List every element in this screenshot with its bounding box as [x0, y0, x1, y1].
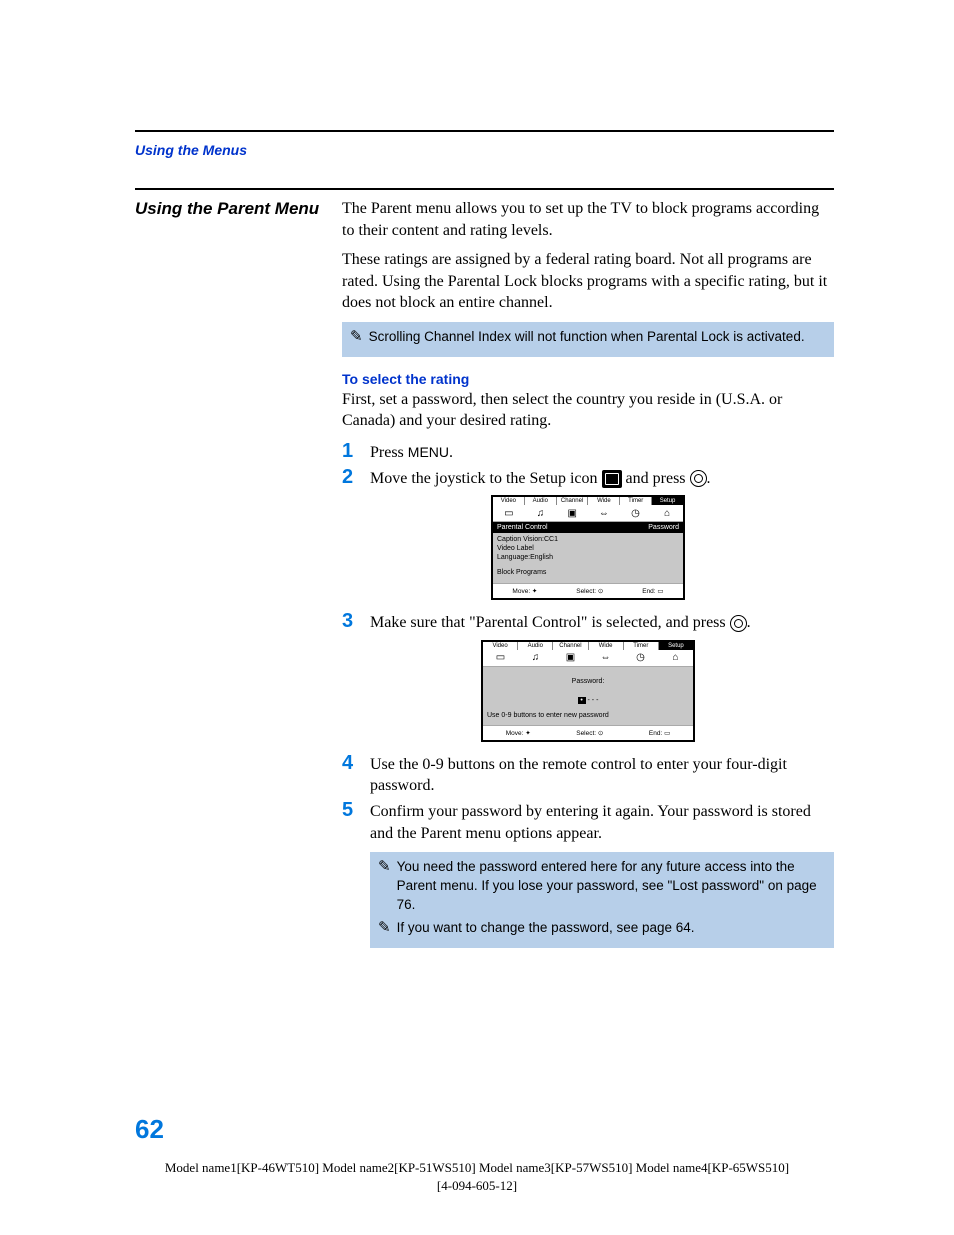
intro-paragraph-2: These ratings are assigned by a federal …	[342, 249, 834, 314]
osd-footer-item: Move: ✦	[506, 729, 531, 737]
osd-tab: Wide	[588, 497, 620, 505]
step-4-text: Use the 0-9 buttons on the remote contro…	[370, 752, 834, 797]
step-1-text-a: Press	[370, 444, 408, 461]
osd-tab: Audio	[525, 497, 557, 505]
osd-tab: Channel	[553, 642, 588, 650]
osd-tab: Video	[483, 642, 518, 650]
step-1-text-c: .	[449, 444, 453, 461]
side-heading: Using the Parent Menu	[135, 198, 342, 219]
page-number: 62	[135, 1114, 164, 1145]
osd-tab-icon: ▭	[493, 505, 525, 521]
intro-paragraph-3: First, set a password, then select the c…	[342, 389, 834, 432]
osd-password-digit: •	[578, 697, 586, 704]
step-4: 4 Use the 0-9 buttons on the remote cont…	[342, 752, 834, 797]
step-2-text-a: Move the joystick to the Setup icon	[370, 470, 602, 487]
setup-icon	[602, 470, 622, 488]
step-number: 2	[342, 466, 370, 488]
note-box-2: ✎ You need the password entered here for…	[370, 852, 834, 948]
note-icon: ✎	[378, 919, 391, 937]
joystick-press-icon	[730, 615, 747, 632]
osd-tab: Video	[493, 497, 525, 505]
step-2-text-b: and press	[626, 470, 690, 487]
note-box-1: ✎ Scrolling Channel Index will not funct…	[342, 322, 834, 357]
note-text-2b: If you want to change the password, see …	[397, 919, 695, 938]
osd-tab-icon: ◷	[623, 650, 658, 666]
step-number: 5	[342, 799, 370, 821]
osd-footer-item: End: ▭	[642, 587, 663, 595]
step-5-text: Confirm your password by entering it aga…	[370, 799, 834, 844]
subsection-heading: To select the rating	[342, 371, 834, 387]
step-number: 3	[342, 610, 370, 632]
osd-row-left: Language:English	[497, 554, 553, 561]
osd-tab: Channel	[557, 497, 589, 505]
osd-footer-item: Move: ✦	[512, 587, 537, 595]
osd-row-left: Block Programs	[497, 569, 546, 576]
joystick-press-icon	[690, 470, 707, 487]
step-3-text-b: .	[747, 614, 751, 631]
note-text-2a: You need the password entered here for a…	[397, 858, 826, 915]
osd-tab-icon: ⇔	[588, 505, 620, 521]
osd-row-right: Password	[648, 524, 679, 531]
note-icon: ✎	[378, 858, 391, 876]
step-5: 5 Confirm your password by entering it a…	[342, 799, 834, 844]
osd-tab-icon: ♫	[525, 505, 557, 521]
step-3-text-a: Make sure that "Parental Control" is sel…	[370, 614, 730, 631]
note-text-1: Scrolling Channel Index will not functio…	[369, 328, 805, 347]
note-icon: ✎	[350, 328, 363, 346]
osd-tab: Wide	[589, 642, 624, 650]
menu-button-label: MENU	[408, 444, 449, 460]
step-3: 3 Make sure that "Parental Control" is s…	[342, 610, 834, 634]
osd-tab-icon: ▣	[556, 505, 588, 521]
osd-footer-item: Select: ⊙	[576, 587, 603, 595]
intro-paragraph-1: The Parent menu allows you to set up the…	[342, 198, 834, 241]
osd-tab-active: Setup	[652, 497, 683, 505]
body-column: The Parent menu allows you to set up the…	[342, 198, 834, 962]
osd-row-left: Parental Control	[497, 524, 548, 531]
osd-screenshot-2: Video Audio Channel Wide Timer Setup ▭ ♫…	[481, 640, 695, 742]
osd-tab: Timer	[624, 642, 659, 650]
step-2: 2 Move the joystick to the Setup icon an…	[342, 466, 834, 490]
footer-model-info: Model name1[KP-46WT510] Model name2[KP-5…	[0, 1159, 954, 1195]
section-rule	[135, 188, 834, 190]
footer-doc-number: [4-094-605-12]	[0, 1177, 954, 1195]
osd-tab: Audio	[518, 642, 553, 650]
osd-row-left: Caption Vision:CC1	[497, 536, 558, 543]
step-1: 1 Press MENU.	[342, 440, 834, 464]
osd-tab-icon: ⌂	[658, 650, 693, 666]
osd-tab-icon: ▭	[483, 650, 518, 666]
step-number: 4	[342, 752, 370, 774]
osd-tab-active: Setup	[659, 642, 693, 650]
osd-tab-icon: ◷	[620, 505, 652, 521]
osd-footer-item: Select: ⊙	[576, 729, 603, 737]
running-header: Using the Menus	[135, 142, 834, 158]
osd-footer-item: End: ▭	[649, 729, 670, 737]
top-rule	[135, 130, 834, 132]
step-number: 1	[342, 440, 370, 462]
osd-row-left: Video Label	[497, 545, 534, 552]
osd-tab-icon: ⌂	[651, 505, 683, 521]
osd-password-label: Password:	[487, 670, 689, 689]
osd-tab-icon: ⇔	[588, 650, 623, 666]
osd-tab: Timer	[620, 497, 652, 505]
footer-models-line: Model name1[KP-46WT510] Model name2[KP-5…	[0, 1159, 954, 1177]
osd-password-hint: Use 0-9 buttons to enter new password	[487, 712, 689, 719]
osd-password-dash: - - -	[588, 697, 599, 704]
osd-screenshot-1: Video Audio Channel Wide Timer Setup ▭ ♫…	[491, 495, 685, 600]
osd-tab-icon: ♫	[518, 650, 553, 666]
step-2-text-c: .	[707, 470, 711, 487]
osd-tab-icon: ▣	[553, 650, 588, 666]
